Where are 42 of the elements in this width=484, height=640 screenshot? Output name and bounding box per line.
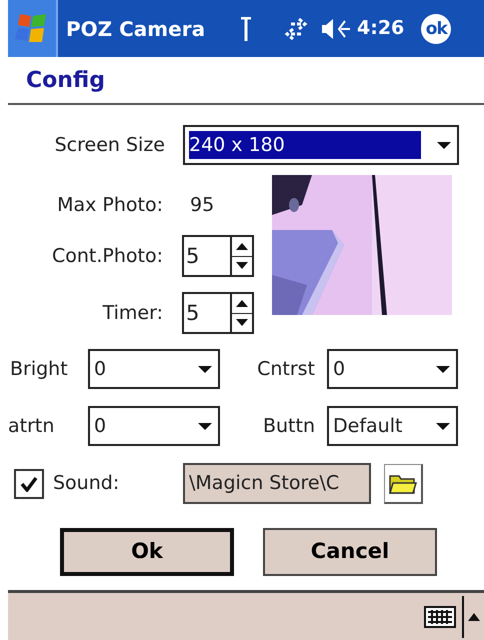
dialog-button[interactable]: Cancel — [263, 528, 437, 576]
ok-button[interactable]: ok — [421, 14, 452, 44]
start-button[interactable] — [8, 0, 58, 57]
field-label: Cntrst — [256, 356, 316, 382]
up-arrow-icon[interactable] — [468, 612, 480, 620]
antenna-icon — [241, 16, 251, 40]
checkmark-icon — [20, 476, 38, 492]
number-spinner[interactable]: 5 — [182, 235, 254, 277]
speaker-icon[interactable] — [321, 16, 351, 40]
field-label: Max Photo: — [56, 192, 163, 218]
window-title: POZ Camera — [66, 16, 206, 42]
dropdown[interactable]: 0 — [88, 406, 220, 446]
dropdown-arrow-icon — [198, 366, 212, 372]
field-label: Cont.Photo: — [50, 244, 163, 269]
field-label: atrtn — [8, 414, 56, 439]
dropdown[interactable]: 0 — [88, 349, 220, 389]
connectivity-icon[interactable] — [283, 18, 309, 40]
dropdown[interactable]: Default — [327, 406, 458, 446]
keyboard-icon[interactable] — [424, 606, 456, 628]
dropdown-arrow-icon — [198, 422, 212, 430]
clock[interactable]: 4:26 — [357, 14, 404, 43]
field-label: Bright — [10, 356, 69, 382]
down-arrow-icon — [236, 319, 248, 326]
dropdown-arrow-icon — [437, 142, 451, 148]
up-arrow-icon — [236, 300, 248, 307]
field-label: Sound: — [53, 471, 120, 496]
path-field[interactable]: \Magicn Store\C — [183, 463, 371, 504]
number-spinner[interactable]: 5 — [182, 292, 254, 334]
field-label: Screen Size — [54, 132, 165, 158]
down-arrow-icon — [236, 262, 248, 270]
dialog-button[interactable]: Ok — [60, 528, 234, 576]
dropdown[interactable]: 0 — [327, 349, 458, 389]
sound-checkbox[interactable] — [14, 468, 44, 498]
page-title: Config — [8, 57, 484, 105]
browse-button[interactable] — [384, 464, 423, 504]
up-arrow-icon — [236, 242, 248, 250]
dropdown[interactable]: 240 x 180 — [183, 125, 459, 165]
dropdown-arrow-icon — [436, 422, 450, 430]
field-value: 95 — [190, 192, 214, 218]
field-label: Timer: — [102, 300, 163, 326]
dropdown-arrow-icon — [436, 366, 450, 372]
field-label: Buttn — [262, 414, 316, 439]
